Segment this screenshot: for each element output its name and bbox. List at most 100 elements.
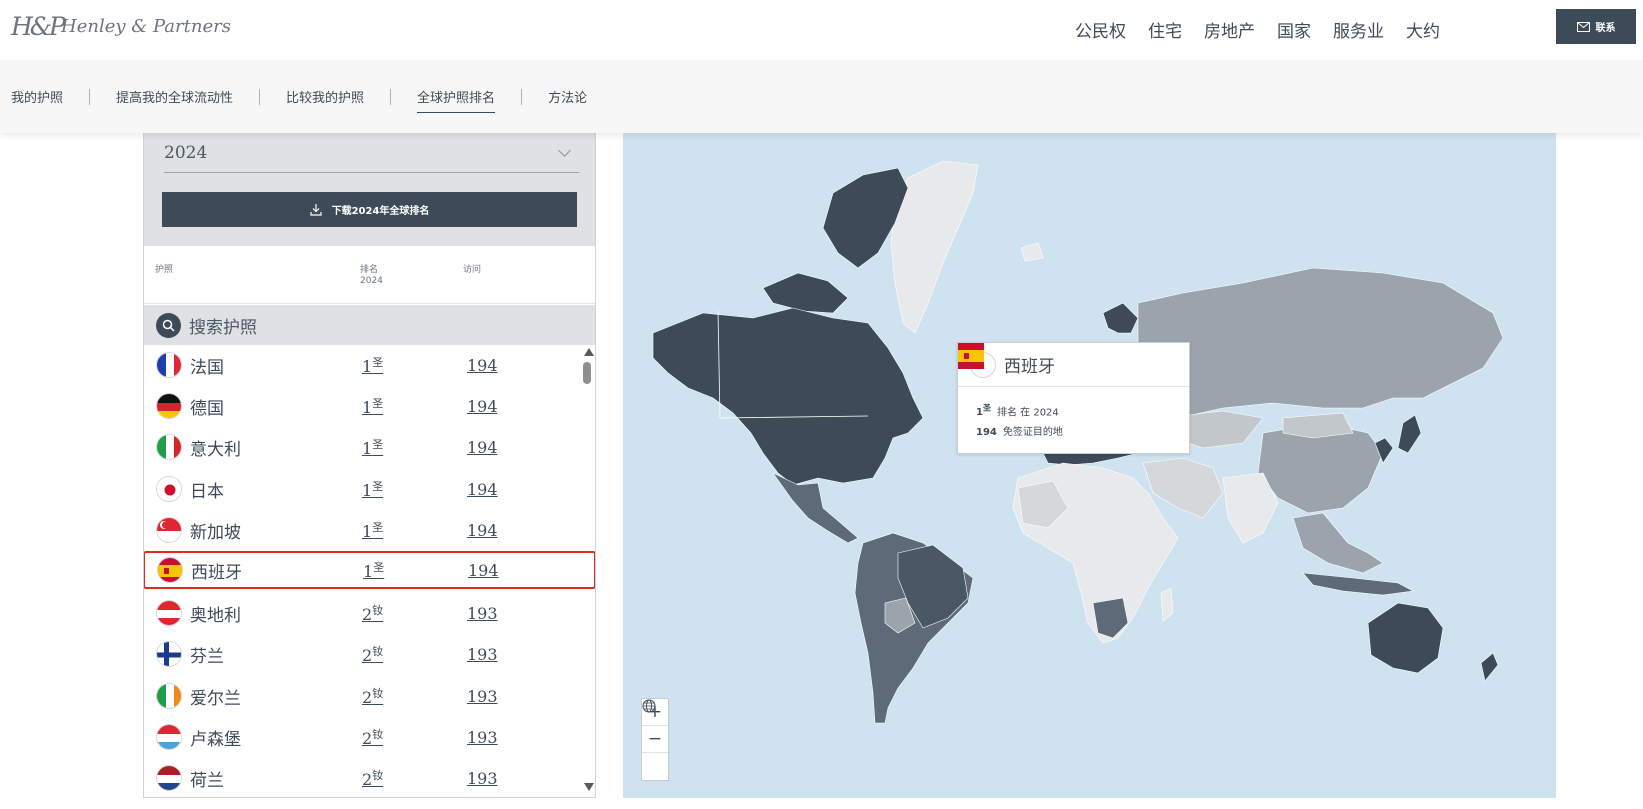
- visits-link[interactable]: 193: [467, 687, 498, 706]
- rank-link[interactable]: 1圣: [362, 478, 383, 500]
- rank-link[interactable]: 2钕: [362, 685, 383, 707]
- download-icon: [309, 204, 322, 216]
- tooltip-rank-line: 1圣 排名 在 2024: [976, 404, 1059, 419]
- col-rank[interactable]: 排名: [360, 265, 378, 276]
- list-scrollbar[interactable]: [582, 346, 594, 796]
- country-name: 奥地利: [190, 605, 241, 626]
- flag-italy-icon: [156, 434, 182, 460]
- visits-link[interactable]: 194: [467, 356, 498, 375]
- tooltip-country: 西班牙: [1004, 357, 1055, 377]
- year-value: 2024: [164, 142, 208, 163]
- rank-link[interactable]: 2钕: [362, 602, 383, 624]
- col-passport[interactable]: 护照: [155, 265, 173, 276]
- rank-link[interactable]: 1圣: [362, 436, 383, 458]
- tab-compare-passport[interactable]: 比较我的护照: [286, 81, 364, 112]
- scroll-down-arrow[interactable]: [584, 783, 594, 791]
- visits-link[interactable]: 194: [467, 521, 498, 540]
- secondary-nav: 我的护照 提高我的全球流动性 比较我的护照 全球护照排名 方法论: [0, 60, 1643, 133]
- rank-link[interactable]: 1圣: [362, 519, 383, 541]
- search-icon: [156, 312, 181, 338]
- ranking-panel: 2024 下载2024年全球排名 护照 排名 2024 访问 搜索护照 法国 1…: [143, 133, 596, 798]
- nav-residence[interactable]: 住宅: [1148, 17, 1182, 42]
- region-russia: [1137, 267, 1504, 419]
- country-name: 法国: [190, 357, 224, 378]
- chevron-down-icon: [558, 144, 571, 157]
- panel-controls: 2024 下载2024年全球排名: [144, 133, 595, 246]
- rank-link[interactable]: 2钕: [362, 767, 383, 789]
- rank-link[interactable]: 2钕: [362, 726, 383, 748]
- region-scandinavia: [1102, 302, 1139, 334]
- table-row-selected[interactable]: 西班牙 1圣 194: [144, 551, 595, 589]
- logo[interactable]: H&P Henley & Partners: [11, 12, 231, 41]
- table-row[interactable]: 意大利 1圣 194: [144, 428, 584, 466]
- tab-my-passport[interactable]: 我的护照: [11, 81, 63, 112]
- zoom-out-button[interactable]: −: [642, 726, 668, 753]
- country-name: 卢森堡: [190, 729, 241, 750]
- nav-about[interactable]: 大约: [1406, 17, 1440, 42]
- flag-spain-icon: [958, 343, 996, 378]
- country-tooltip: 西班牙 1圣 排名 在 2024 194 免签证目的地: [957, 342, 1190, 454]
- flag-luxembourg-icon: [156, 724, 182, 750]
- nav-citizenship[interactable]: 公民权: [1075, 17, 1126, 42]
- rank-link[interactable]: 1圣: [362, 395, 383, 417]
- table-row[interactable]: 荷兰 2钕 193: [144, 759, 584, 797]
- passport-list: 法国 1圣 194 德国 1圣 194 意大利 1圣 194 日本 1圣 194…: [144, 346, 595, 797]
- region-mexico: [772, 472, 859, 544]
- table-header: 护照 排名 2024 访问: [144, 246, 595, 304]
- table-row[interactable]: 法国 1圣 194: [144, 346, 584, 384]
- col-visits[interactable]: 访问: [463, 265, 481, 276]
- country-name: 芬兰: [190, 646, 224, 667]
- country-name: 荷兰: [190, 770, 224, 791]
- flag-ireland-icon: [156, 683, 182, 709]
- world-map[interactable]: + − 西班牙 1圣 排名 在 2024 194 免签证目的地: [623, 133, 1556, 798]
- search-input[interactable]: 搜索护照: [189, 313, 257, 338]
- table-row[interactable]: 德国 1圣 194: [144, 387, 584, 425]
- flag-singapore-icon: [156, 517, 182, 543]
- table-row[interactable]: 奥地利 2钕 193: [144, 594, 584, 632]
- table-row[interactable]: 卢森堡 2钕 193: [144, 718, 584, 756]
- divider: [521, 88, 523, 105]
- divider: [259, 88, 261, 105]
- flag-austria-icon: [156, 600, 182, 626]
- year-select[interactable]: 2024: [164, 133, 579, 173]
- visits-link[interactable]: 193: [467, 769, 498, 788]
- logo-mark: H&P: [11, 12, 66, 41]
- region-madagascar: [1160, 587, 1174, 622]
- visits-link[interactable]: 193: [467, 604, 498, 623]
- table-row[interactable]: 新加坡 1圣 194: [144, 511, 584, 549]
- table-row[interactable]: 芬兰 2钕 193: [144, 635, 584, 673]
- tab-improve-mobility[interactable]: 提高我的全球流动性: [116, 81, 233, 112]
- flag-netherlands-icon: [156, 765, 182, 791]
- visits-link[interactable]: 194: [468, 561, 499, 580]
- download-label: 下载2024年全球排名: [331, 206, 430, 217]
- nav-services[interactable]: 服务业: [1333, 17, 1384, 42]
- visits-link[interactable]: 194: [467, 397, 498, 416]
- country-name: 爱尔兰: [190, 688, 241, 709]
- scroll-up-arrow[interactable]: [584, 348, 594, 356]
- rank-link[interactable]: 1圣: [362, 354, 383, 376]
- rank-link[interactable]: 1圣: [363, 559, 384, 581]
- search-passport[interactable]: 搜索护照: [144, 305, 595, 345]
- contact-label: 联系: [1595, 23, 1616, 34]
- table-row[interactable]: 爱尔兰 2钕 193: [144, 677, 584, 715]
- nav-real-estate[interactable]: 房地产: [1204, 17, 1255, 42]
- nav-countries[interactable]: 国家: [1277, 17, 1311, 42]
- region-se-asia: [1292, 512, 1384, 574]
- visits-link[interactable]: 194: [467, 438, 498, 457]
- tab-global-ranking[interactable]: 全球护照排名: [417, 81, 496, 113]
- visits-link[interactable]: 193: [467, 645, 498, 664]
- visits-link[interactable]: 194: [467, 480, 498, 499]
- table-row[interactable]: 日本 1圣 194: [144, 470, 584, 508]
- col-rank-year: 2024: [360, 276, 383, 286]
- scroll-thumb[interactable]: [583, 362, 591, 384]
- tab-methodology[interactable]: 方法论: [548, 81, 587, 112]
- contact-button[interactable]: 联系: [1556, 9, 1636, 44]
- flag-france-icon: [156, 352, 182, 378]
- globe-icon[interactable]: [642, 699, 668, 780]
- download-ranking-button[interactable]: 下载2024年全球排名: [162, 192, 577, 227]
- rank-link[interactable]: 2钕: [362, 643, 383, 665]
- flag-japan-icon: [156, 476, 182, 502]
- region-iceland: [1020, 242, 1044, 262]
- visits-link[interactable]: 193: [467, 728, 498, 747]
- country-name: 德国: [190, 398, 224, 419]
